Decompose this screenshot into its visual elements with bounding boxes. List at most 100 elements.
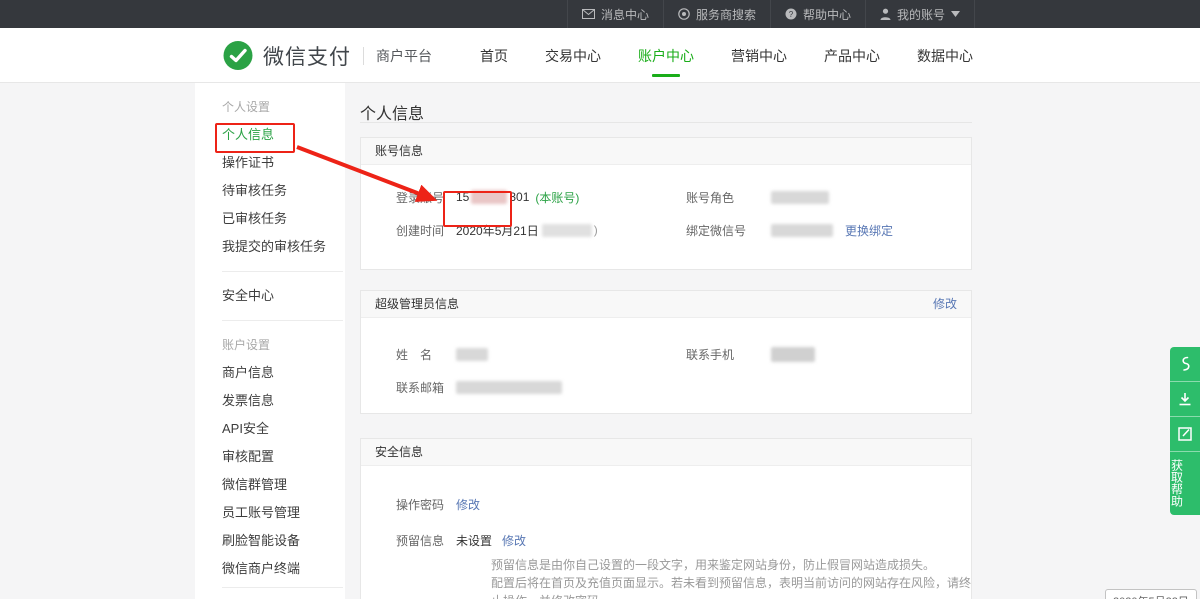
account-role-label: 账号角色 bbox=[686, 189, 771, 206]
sidebar-item-review-config[interactable]: 审核配置 bbox=[222, 443, 345, 471]
sidebar-item-wechat-group-management[interactable]: 微信群管理 bbox=[222, 471, 345, 499]
nav-label: 营销中心 bbox=[731, 48, 787, 64]
sidebar-item-pending-review-tasks[interactable]: 待审核任务 bbox=[222, 177, 345, 205]
sidebar-section-account-settings: 账户设置 bbox=[222, 331, 345, 359]
topbar-help-center[interactable]: ? 帮助中心 bbox=[770, 0, 865, 28]
download-button[interactable] bbox=[1170, 382, 1200, 417]
topbar-item-label: 我的账号 bbox=[897, 6, 945, 23]
reserved-info-status: 未设置 bbox=[456, 532, 492, 549]
contact-phone-label: 联系手机 bbox=[686, 346, 771, 363]
super-admin-card-header: 超级管理员信息 修改 bbox=[361, 291, 971, 318]
search-icon bbox=[678, 8, 690, 20]
set-reserved-info-link[interactable]: 修改 bbox=[502, 532, 526, 549]
topbar-service-search[interactable]: 服务商搜索 bbox=[663, 0, 770, 28]
description-line: 预留信息是由你自己设置的一段文字，用来鉴定网站身份，防止假冒网站造成损失。 bbox=[491, 556, 971, 574]
redacted-name bbox=[456, 348, 488, 361]
envelope-icon bbox=[582, 9, 595, 19]
operation-password-label: 操作密码 bbox=[396, 496, 456, 513]
sidebar-divider bbox=[222, 320, 343, 321]
nav-home[interactable]: 首页 bbox=[478, 27, 510, 85]
get-help-button[interactable]: 获取帮助 bbox=[1170, 452, 1183, 515]
topbar-my-account[interactable]: 我的账号 bbox=[865, 0, 975, 28]
redacted-account-role bbox=[771, 191, 829, 204]
super-admin-card-body: 姓 名 联系手机 联系邮箱 bbox=[361, 318, 971, 397]
card-header-title: 账号信息 bbox=[375, 138, 423, 164]
login-account-prefix: 15 bbox=[456, 190, 469, 204]
sidebar-item-api-security[interactable]: API安全 bbox=[222, 415, 345, 443]
floating-help-stack: 获取帮助 bbox=[1170, 347, 1200, 515]
feedback-button[interactable] bbox=[1170, 417, 1200, 452]
sidebar: 个人设置 个人信息 操作证书 待审核任务 已审核任务 我提交的审核任务 安全中心… bbox=[195, 83, 345, 599]
redacted-wechat-id bbox=[771, 224, 833, 237]
link-icon bbox=[1179, 356, 1191, 372]
reserved-info-description: 预留信息是由你自己设置的一段文字，用来鉴定网站身份，防止假冒网站造成损失。 配置… bbox=[491, 556, 971, 599]
person-icon bbox=[880, 8, 891, 20]
change-password-link[interactable]: 修改 bbox=[456, 496, 480, 513]
topbar-message-center[interactable]: 消息中心 bbox=[567, 0, 663, 28]
redacted-email bbox=[456, 381, 562, 394]
card-header-title: 超级管理员信息 bbox=[375, 291, 459, 317]
brand-subtitle: 商户平台 bbox=[376, 46, 432, 66]
nav-label: 数据中心 bbox=[917, 48, 973, 64]
topbar-items: 消息中心 服务商搜索 ? 帮助中心 我的账号 bbox=[567, 0, 975, 28]
nav-label: 产品中心 bbox=[824, 48, 880, 64]
nav-label: 首页 bbox=[480, 48, 508, 64]
sidebar-item-operation-certificate[interactable]: 操作证书 bbox=[222, 149, 345, 177]
sidebar-item-invoice-info[interactable]: 发票信息 bbox=[222, 387, 345, 415]
sidebar-section-personal-settings: 个人设置 bbox=[222, 93, 345, 121]
sidebar-item-merchant-info[interactable]: 商户信息 bbox=[222, 359, 345, 387]
created-time-value: 2020年5月21日 ) bbox=[456, 222, 598, 239]
nav-transaction-center[interactable]: 交易中心 bbox=[543, 27, 603, 85]
name-label: 姓 名 bbox=[396, 346, 456, 363]
download-icon bbox=[1178, 392, 1192, 406]
date-tooltip: 2020年5月22日 bbox=[1105, 589, 1197, 599]
nav-active-underline bbox=[652, 74, 680, 77]
nav-label: 账户中心 bbox=[638, 48, 694, 64]
card-header-title: 安全信息 bbox=[375, 439, 423, 465]
page-title: 个人信息 bbox=[360, 83, 972, 122]
header: 微信支付 商户平台 首页 交易中心 账户中心 营销中心 产品中心 数据中心 bbox=[0, 28, 1200, 83]
security-info-card-header: 安全信息 bbox=[361, 439, 971, 466]
nav-marketing-center[interactable]: 营销中心 bbox=[729, 27, 789, 85]
main-content: 个人信息 账号信息 登录账号 15 301 (本账号) bbox=[360, 83, 972, 599]
sidebar-item-wechat-merchant-terminal[interactable]: 微信商户终端 bbox=[222, 555, 345, 583]
sidebar-item-reviewed-tasks[interactable]: 已审核任务 bbox=[222, 205, 345, 233]
login-account-value: 15 301 (本账号) bbox=[456, 189, 579, 206]
bound-wechat-label: 绑定微信号 bbox=[686, 222, 771, 239]
question-icon: ? bbox=[785, 8, 797, 20]
sidebar-item-my-submitted-review-tasks[interactable]: 我提交的审核任务 bbox=[222, 233, 345, 261]
account-info-card: 账号信息 登录账号 15 301 (本账号) 账号角色 bbox=[360, 137, 972, 270]
redacted-login-digits bbox=[471, 190, 507, 204]
reserved-info-label: 预留信息 bbox=[396, 532, 456, 549]
brand-name: 微信支付 bbox=[263, 41, 351, 71]
description-line: 配置后将在首页及充值页面显示。若未看到预留信息，表明当前访问的网站存在风险，请终… bbox=[491, 574, 971, 599]
change-binding-link[interactable]: 更换绑定 bbox=[845, 222, 893, 239]
topbar-item-label: 消息中心 bbox=[601, 6, 649, 23]
nav-account-center[interactable]: 账户中心 bbox=[636, 27, 696, 85]
redacted-created-time bbox=[542, 224, 592, 237]
main-nav: 首页 交易中心 账户中心 营销中心 产品中心 数据中心 bbox=[478, 28, 975, 83]
nav-data-center[interactable]: 数据中心 bbox=[915, 27, 975, 85]
redacted-phone bbox=[771, 347, 815, 362]
topbar-item-label: 帮助中心 bbox=[803, 6, 851, 23]
edit-icon bbox=[1178, 427, 1192, 441]
title-divider bbox=[360, 122, 972, 123]
created-paren: ) bbox=[594, 223, 598, 237]
sidebar-item-personal-info[interactable]: 个人信息 bbox=[222, 121, 345, 149]
security-info-card: 安全信息 操作密码 修改 预留信息 未设置 修改 预留信息是由你自己设置的一段文… bbox=[360, 438, 972, 599]
contact-email-label: 联系邮箱 bbox=[396, 379, 456, 396]
sidebar-item-security-center[interactable]: 安全中心 bbox=[222, 282, 345, 310]
edit-admin-link[interactable]: 修改 bbox=[933, 291, 957, 317]
security-info-card-body: 操作密码 修改 预留信息 未设置 修改 预留信息是由你自己设置的一段文字，用来鉴… bbox=[361, 466, 971, 599]
account-info-card-header: 账号信息 bbox=[361, 138, 971, 165]
screen: 消息中心 服务商搜索 ? 帮助中心 我的账号 微信 bbox=[0, 0, 1200, 599]
created-time-label: 创建时间 bbox=[396, 222, 456, 239]
current-account-tag: (本账号) bbox=[535, 189, 579, 206]
sidebar-item-face-smart-device[interactable]: 刷脸智能设备 bbox=[222, 527, 345, 555]
sidebar-item-staff-account-management[interactable]: 员工账号管理 bbox=[222, 499, 345, 527]
nav-label: 交易中心 bbox=[545, 48, 601, 64]
chevron-down-icon bbox=[951, 11, 960, 17]
login-account-suffix: 301 bbox=[509, 190, 529, 204]
contact-service-button[interactable] bbox=[1170, 347, 1200, 382]
nav-product-center[interactable]: 产品中心 bbox=[822, 27, 882, 85]
